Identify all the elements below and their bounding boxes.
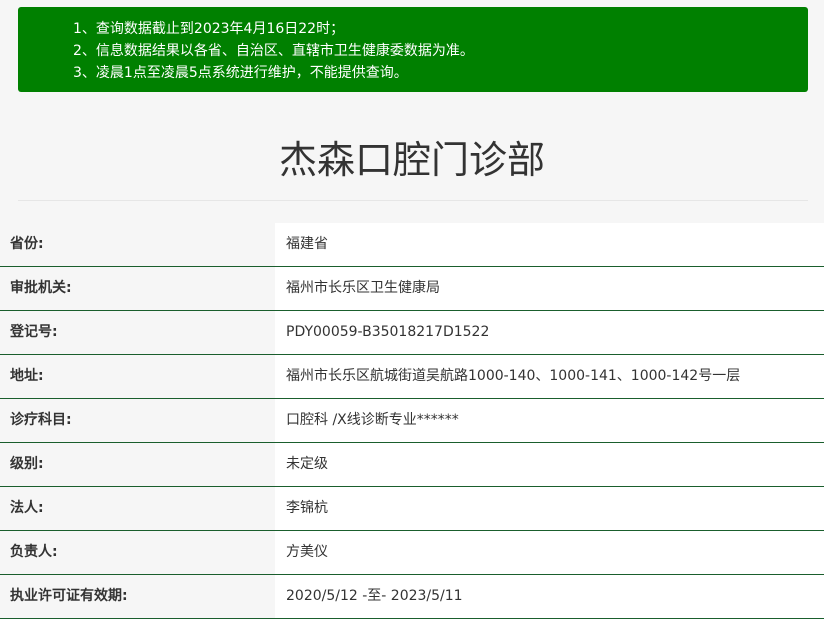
person-in-charge-value: 方美仪 — [275, 531, 824, 574]
row-registration-number: 登记号: PDY00059-B35018217D1522 — [0, 311, 824, 355]
license-validity-label: 执业许可证有效期: — [0, 575, 275, 618]
province-value: 福建省 — [275, 223, 824, 266]
person-in-charge-label: 负责人: — [0, 531, 275, 574]
info-table: 省份: 福建省 审批机关: 福州市长乐区卫生健康局 登记号: PDY00059-… — [0, 223, 824, 619]
notice-line-2: 2、信息数据结果以各省、自治区、直辖市卫生健康委数据为准。 — [73, 43, 474, 59]
registration-number-label: 登记号: — [0, 311, 275, 354]
registration-number-value: PDY00059-B35018217D1522 — [275, 311, 824, 354]
departments-label: 诊疗科目: — [0, 399, 275, 442]
notice-line-1: 1、查询数据截止到2023年4月16日22时； — [73, 21, 345, 37]
address-label: 地址: — [0, 355, 275, 398]
license-validity-value: 2020/5/12 -至- 2023/5/11 — [275, 575, 824, 618]
level-value: 未定级 — [275, 443, 824, 486]
row-person-in-charge: 负责人: 方美仪 — [0, 531, 824, 575]
province-label: 省份: — [0, 223, 275, 266]
page-title: 杰森口腔门诊部 — [278, 138, 545, 182]
row-license-validity: 执业许可证有效期: 2020/5/12 -至- 2023/5/11 — [0, 575, 824, 619]
row-address: 地址: 福州市长乐区航城街道吴航路1000-140、1000-141、1000-… — [0, 355, 824, 399]
row-departments: 诊疗科目: 口腔科 /X线诊断专业****** — [0, 399, 824, 443]
row-level: 级别: 未定级 — [0, 443, 824, 487]
approval-authority-label: 审批机关: — [0, 267, 275, 310]
notice-line-3: 3、凌晨1点至凌晨5点系统进行维护，不能提供查询。 — [73, 65, 408, 81]
title-divider — [18, 200, 808, 201]
departments-value: 口腔科 /X线诊断专业****** — [275, 399, 824, 442]
row-legal-person: 法人: 李锦杭 — [0, 487, 824, 531]
approval-authority-value: 福州市长乐区卫生健康局 — [275, 267, 824, 310]
legal-person-value: 李锦杭 — [275, 487, 824, 530]
level-label: 级别: — [0, 443, 275, 486]
row-approval-authority: 审批机关: 福州市长乐区卫生健康局 — [0, 267, 824, 311]
row-province: 省份: 福建省 — [0, 223, 824, 267]
notice-banner: 1、查询数据截止到2023年4月16日22时； 2、信息数据结果以各省、自治区、… — [18, 7, 808, 92]
address-value: 福州市长乐区航城街道吴航路1000-140、1000-141、1000-142号… — [275, 355, 824, 398]
legal-person-label: 法人: — [0, 487, 275, 530]
